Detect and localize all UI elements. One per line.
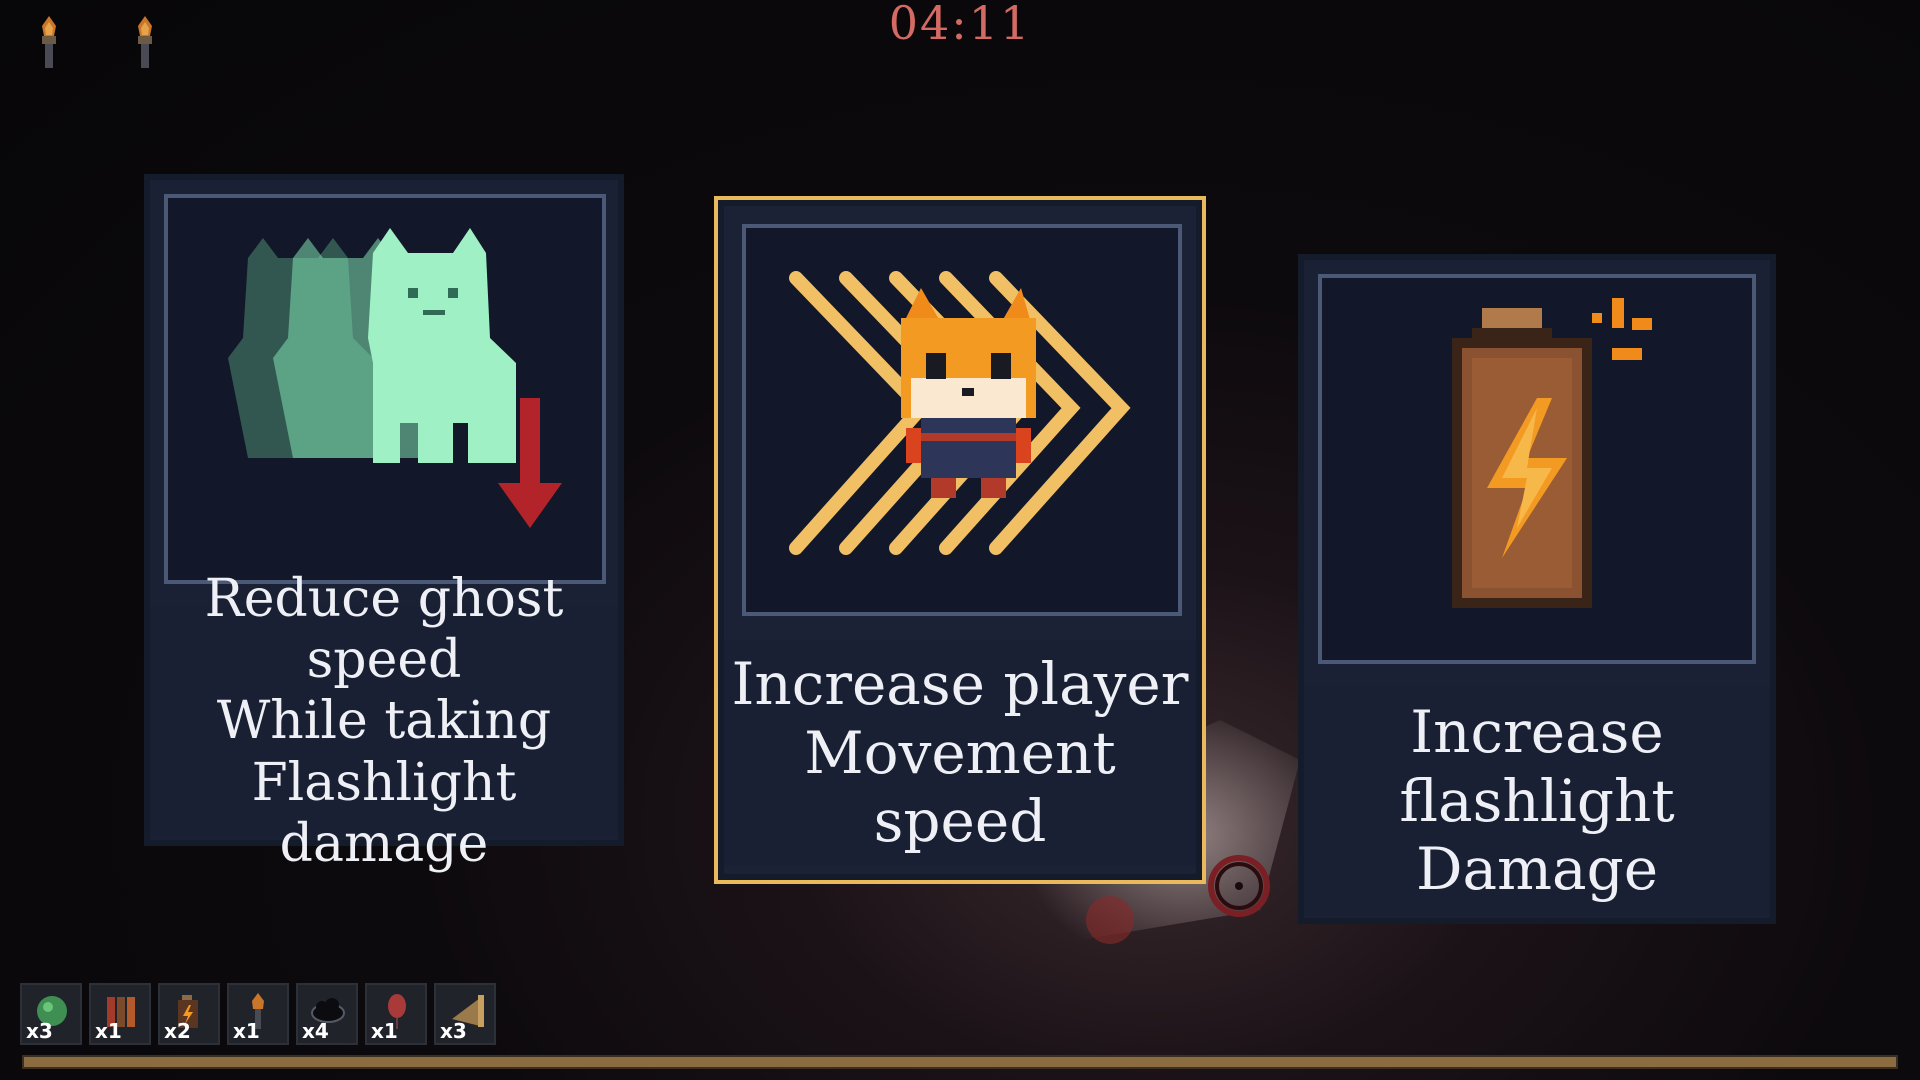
card-description: Reduce ghost speed While taking Flashlig… xyxy=(150,569,618,874)
inventory-slot[interactable]: x2 xyxy=(158,983,220,1045)
inventory-slot[interactable]: x3 xyxy=(434,983,496,1045)
card-line: Flashlight damage xyxy=(251,752,517,875)
card-line: Reduce ghost speed xyxy=(204,568,564,690)
card-description: Increase flashlight Damage xyxy=(1304,686,1770,916)
item-count: x1 xyxy=(233,1019,260,1043)
item-count: x3 xyxy=(26,1019,53,1043)
torch-icon xyxy=(42,16,56,68)
card-line: Increase flashlight xyxy=(1399,698,1675,835)
card-line: While taking xyxy=(216,691,552,752)
card-line: Increase player xyxy=(731,650,1189,719)
item-count: x1 xyxy=(95,1019,122,1043)
upgrade-card-flashlight-damage[interactable]: Increase flashlight Damage xyxy=(1298,254,1776,924)
battery-icon xyxy=(1452,298,1652,608)
experience-bar-fill xyxy=(24,1057,1896,1067)
game-timer: 04:11 xyxy=(888,0,1032,50)
card-line: Movement speed xyxy=(804,718,1116,856)
experience-bar xyxy=(22,1055,1898,1069)
item-count: x4 xyxy=(302,1019,329,1043)
item-count: x1 xyxy=(371,1019,398,1043)
inventory-slot[interactable]: x1 xyxy=(89,983,151,1045)
crosshair-icon xyxy=(1208,855,1270,917)
upgrade-card-movement-speed[interactable]: Increase player Movement speed xyxy=(714,196,1206,884)
torch-icon xyxy=(138,16,152,68)
card-art xyxy=(164,194,606,584)
inventory-slot[interactable]: x4 xyxy=(296,983,358,1045)
card-line: Damage xyxy=(1415,835,1659,904)
card-art xyxy=(1318,274,1756,664)
inventory-slot[interactable]: x1 xyxy=(365,983,427,1045)
card-art xyxy=(742,224,1182,616)
upgrade-card-ghost-speed[interactable]: Reduce ghost speed While taking Flashlig… xyxy=(144,174,624,874)
item-count: x3 xyxy=(440,1019,467,1043)
item-count: x2 xyxy=(164,1019,191,1043)
inventory-slot[interactable]: x3 xyxy=(20,983,82,1045)
inventory-slot[interactable]: x1 xyxy=(227,983,289,1045)
fox-speed-icon xyxy=(789,271,1131,555)
ghost-slow-icon xyxy=(228,228,562,528)
card-description: Increase player Movement speed xyxy=(724,640,1196,866)
